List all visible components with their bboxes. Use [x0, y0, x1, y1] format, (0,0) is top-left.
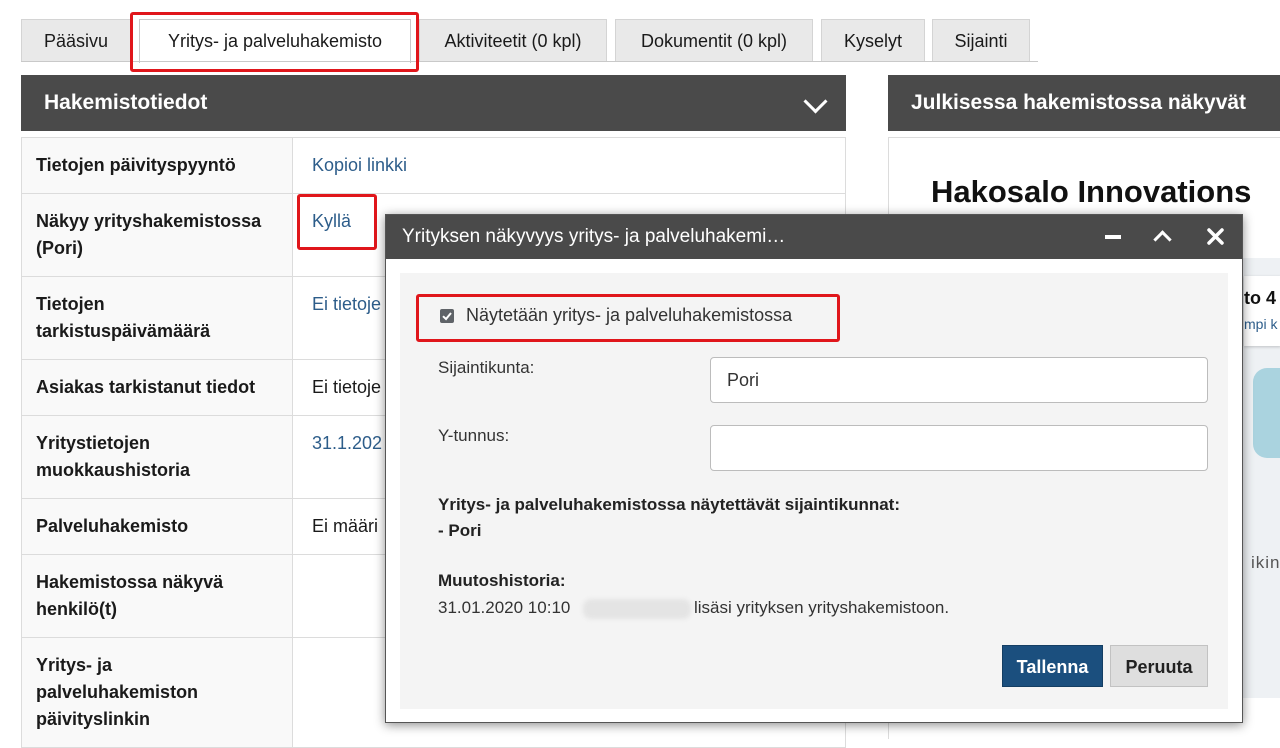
row-label: Palveluhakemisto	[21, 498, 293, 555]
tab-sijainti[interactable]: Sijainti	[932, 19, 1030, 61]
right-panel-header: Julkisessa hakemistossa näkyvät	[888, 75, 1280, 131]
highlight-box-tab	[130, 12, 419, 72]
table-row: Tietojen päivityspyyntö Kopioi linkki	[21, 137, 846, 194]
tab-aktiviteetit[interactable]: Aktiviteetit (0 kpl)	[419, 19, 607, 61]
minimize-icon[interactable]	[1105, 235, 1121, 239]
row-label: Näkyy yrityshakemistossa (Pori)	[21, 193, 293, 277]
map-card-text: to 4	[1244, 288, 1277, 308]
map-place-label: ikin	[1251, 553, 1280, 572]
shown-municipalities-title: Yritys- ja palveluhakemistossa näytettäv…	[438, 495, 900, 514]
history-date: 31.01.2020 10:10	[438, 598, 571, 617]
dialog-title: Yrityksen näkyvyys yritys- ja palveluhak…	[402, 226, 786, 247]
row-label: Yritystietojen muokkaushistoria	[21, 415, 293, 499]
edit-history-link[interactable]: 31.1.202	[312, 433, 382, 453]
right-panel-title: Julkisessa hakemistossa näkyvät	[911, 91, 1247, 114]
copy-link[interactable]: Kopioi linkki	[312, 155, 407, 175]
row-label: Asiakas tarkistanut tiedot	[21, 359, 293, 416]
highlight-box-checkbox	[416, 294, 840, 342]
row-value: Kopioi linkki	[292, 137, 846, 194]
left-panel-header[interactable]: Hakemistotiedot	[21, 75, 846, 131]
map-card-link[interactable]: mpi k	[1244, 316, 1277, 332]
cancel-button[interactable]: Peruuta	[1110, 645, 1208, 687]
business-id-field[interactable]	[710, 425, 1208, 471]
tab-dokumentit[interactable]: Dokumentit (0 kpl)	[615, 19, 813, 61]
tab-label: Dokumentit (0 kpl)	[640, 31, 788, 51]
redacted-user-name	[583, 599, 691, 619]
business-id-label: Y-tunnus:	[438, 426, 510, 445]
tab-label: Aktiviteetit (0 kpl)	[444, 31, 582, 51]
left-panel-title: Hakemistotiedot	[44, 91, 208, 114]
chevron-down-icon[interactable]	[803, 89, 828, 114]
history-title: Muutoshistoria:	[438, 571, 566, 590]
visibility-dialog: Yrityksen näkyvyys yritys- ja palveluhak…	[385, 214, 1243, 723]
chevron-up-icon[interactable]	[1153, 230, 1172, 249]
shown-municipalities-item: - Pori	[438, 521, 482, 540]
dialog-titlebar[interactable]: Yrityksen näkyvyys yritys- ja palveluhak…	[386, 215, 1242, 259]
save-button[interactable]: Tallenna	[1002, 645, 1103, 687]
row-label: Hakemistossa näkyvä henkilö(t)	[21, 554, 293, 638]
map-water	[1253, 368, 1280, 458]
row-label: Yritys- ja palveluhakemiston päivityslin…	[21, 637, 293, 748]
tab-kyselyt[interactable]: Kyselyt	[821, 19, 925, 61]
tab-label: Kyselyt	[843, 31, 903, 51]
tab-label: Sijainti	[954, 31, 1008, 51]
municipality-label: Sijaintikunta:	[438, 358, 535, 377]
tab-paasivu[interactable]: Pääsivu	[21, 19, 131, 61]
row-label: Tietojen päivityspyyntö	[21, 137, 293, 194]
tab-label: Pääsivu	[43, 31, 109, 51]
map-card	[1244, 276, 1280, 346]
row-label: Tietojen tarkistuspäivämäärä	[21, 276, 293, 360]
municipality-field[interactable]: Pori	[710, 357, 1208, 403]
history-text: lisäsi yrityksen yrityshakemistoon.	[694, 598, 950, 617]
check-date-link[interactable]: Ei tietoje	[312, 294, 381, 314]
company-name: Hakosalo Innovations	[931, 174, 1252, 209]
municipality-value: Pori	[727, 370, 760, 390]
highlight-box-kylla	[297, 194, 377, 250]
close-icon[interactable]	[1207, 228, 1224, 245]
